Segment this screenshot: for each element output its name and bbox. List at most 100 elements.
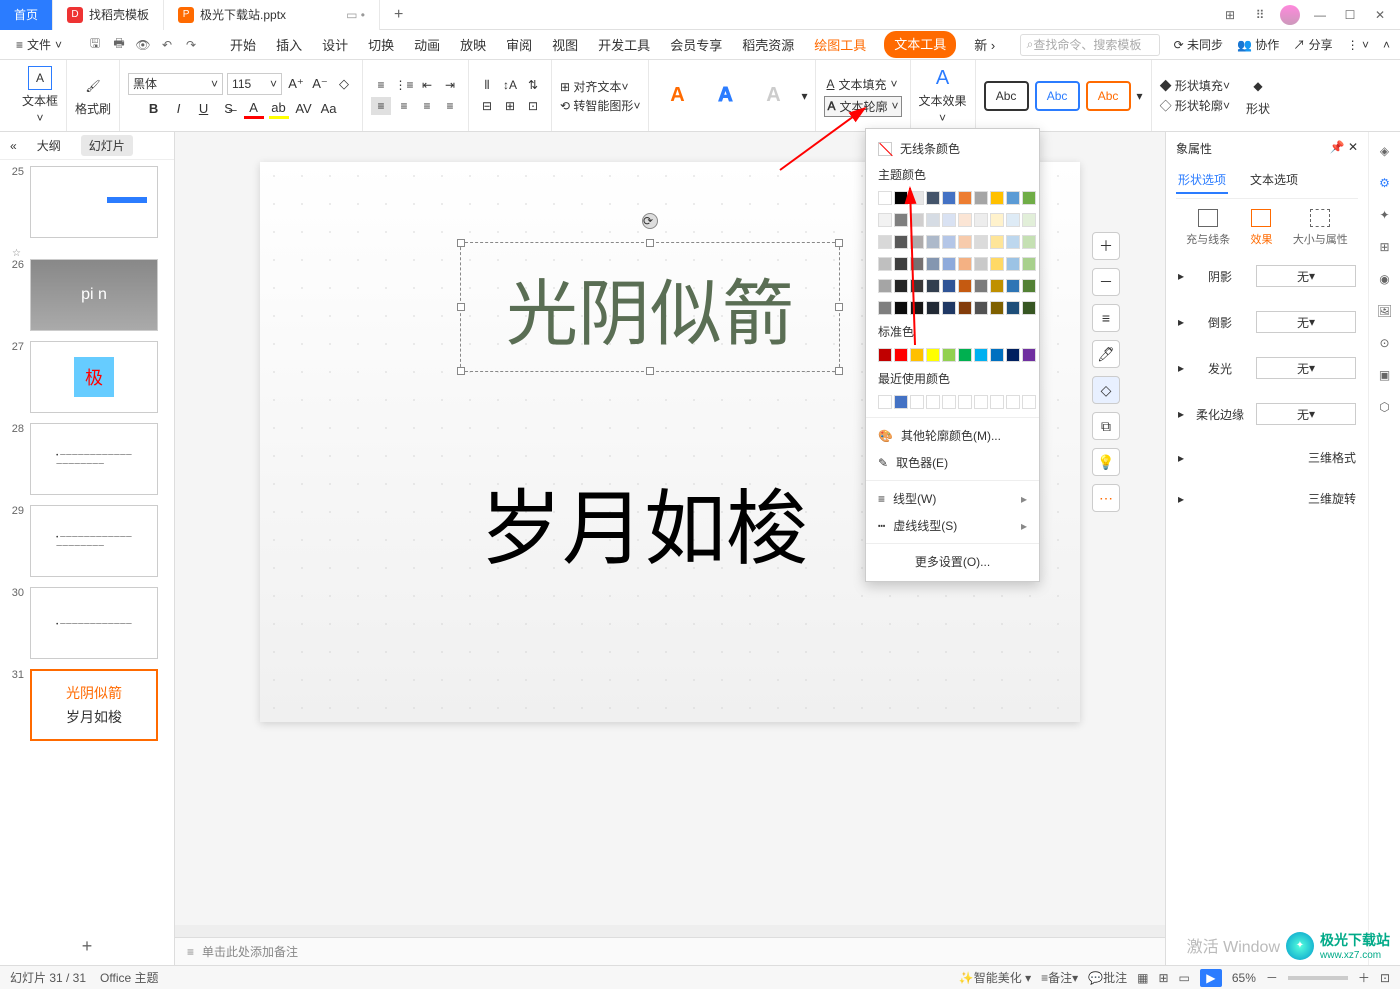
color-swatch[interactable] bbox=[942, 395, 956, 409]
color-swatch[interactable] bbox=[910, 301, 924, 315]
color-swatch[interactable] bbox=[974, 213, 988, 227]
save-icon[interactable]: 🖫 bbox=[86, 36, 104, 54]
eyedropper-item[interactable]: ✎取色器(E) bbox=[866, 449, 1039, 476]
bold-button[interactable]: B bbox=[144, 99, 164, 119]
theme-color-swatches[interactable] bbox=[866, 187, 1039, 209]
zoom-level[interactable]: 65% bbox=[1232, 971, 1256, 985]
slide-thumb[interactable]: 29 • 一一一一一一一一一一一一一一一一一一一一 bbox=[6, 505, 168, 577]
outline-tab[interactable]: 大纲 bbox=[29, 135, 69, 156]
align-left-icon[interactable]: ≡ bbox=[371, 97, 391, 115]
font-size-select[interactable]: 115˅ bbox=[227, 73, 282, 95]
slides-tab[interactable]: 幻灯片 bbox=[81, 135, 133, 156]
preview-icon[interactable]: 👁 bbox=[134, 36, 152, 54]
color-swatch[interactable] bbox=[990, 301, 1004, 315]
pin-icon[interactable]: 📌 bbox=[1330, 140, 1345, 154]
increase-font-icon[interactable]: A⁺ bbox=[286, 74, 306, 94]
brush-icon[interactable]: 🖊 bbox=[1092, 340, 1120, 368]
color-swatch[interactable] bbox=[878, 348, 892, 362]
color-swatch[interactable] bbox=[990, 213, 1004, 227]
color-swatch[interactable] bbox=[974, 191, 988, 205]
canvas-text-2[interactable]: 岁月如梭 bbox=[480, 462, 808, 581]
slide-thumb[interactable]: 31 光阴似箭 岁月如梭 bbox=[6, 669, 168, 741]
close-button[interactable]: ✕ bbox=[1370, 5, 1390, 25]
color-swatch[interactable] bbox=[942, 348, 956, 362]
color-swatch[interactable] bbox=[926, 301, 940, 315]
color-swatch[interactable] bbox=[1022, 235, 1036, 249]
color-swatch[interactable] bbox=[878, 235, 892, 249]
share-button[interactable]: ↗ 分享 bbox=[1293, 36, 1332, 53]
numbering-icon[interactable]: ⋮≡ bbox=[394, 76, 414, 94]
zoom-out-icon[interactable]: － bbox=[1092, 268, 1120, 296]
color-swatch[interactable] bbox=[1006, 235, 1020, 249]
collapse-ribbon-icon[interactable]: ˄ bbox=[1383, 38, 1390, 52]
tab-transition[interactable]: 切换 bbox=[366, 31, 396, 58]
zoom-in-icon[interactable]: ＋ bbox=[1092, 232, 1120, 260]
notes-bar[interactable]: ≡单击此处添加备注 bbox=[175, 937, 1165, 965]
slide-thumb[interactable]: 30 • 一一一一一一一一一一一一 bbox=[6, 587, 168, 659]
highlight-button[interactable]: ab bbox=[269, 99, 289, 119]
undo-icon[interactable]: ↶ bbox=[158, 36, 176, 54]
color-swatch[interactable] bbox=[974, 395, 988, 409]
tab-menu-icon[interactable]: ▭ • bbox=[346, 8, 365, 22]
no-line-item[interactable]: 无线条颜色 bbox=[866, 135, 1039, 162]
wordart-gallery[interactable]: A A A ▾ bbox=[657, 81, 807, 111]
fill-line-subtab[interactable]: 充与线条 bbox=[1186, 209, 1230, 247]
strip-icon-4[interactable]: ⊞ bbox=[1376, 238, 1394, 256]
columns-icon[interactable]: ⫴ bbox=[477, 76, 497, 94]
color-swatch[interactable] bbox=[990, 191, 1004, 205]
color-swatch[interactable] bbox=[1022, 191, 1036, 205]
color-swatch[interactable] bbox=[942, 257, 956, 271]
color-swatch[interactable] bbox=[990, 395, 1004, 409]
format-brush-button[interactable]: 🖌格式刷 bbox=[75, 74, 111, 117]
color-swatch[interactable] bbox=[878, 213, 892, 227]
new-tab-button[interactable]: + bbox=[380, 6, 417, 24]
indent-icon[interactable]: ⊡ bbox=[523, 97, 543, 115]
more-settings-item[interactable]: 更多设置(O)... bbox=[866, 548, 1039, 575]
color-swatch[interactable] bbox=[894, 301, 908, 315]
color-swatch[interactable] bbox=[894, 348, 908, 362]
avatar[interactable] bbox=[1280, 5, 1300, 25]
color-swatch[interactable] bbox=[926, 191, 940, 205]
panel-collapse-icon[interactable]: « bbox=[10, 139, 17, 153]
file-menu[interactable]: ≡ 文件 ˅ bbox=[10, 34, 68, 55]
color-swatch[interactable] bbox=[894, 213, 908, 227]
color-swatch[interactable] bbox=[910, 395, 924, 409]
color-swatch[interactable] bbox=[910, 191, 924, 205]
color-swatch[interactable] bbox=[958, 395, 972, 409]
tab-home[interactable]: 首页 bbox=[0, 0, 53, 30]
color-swatch[interactable] bbox=[974, 257, 988, 271]
strip-settings-icon[interactable]: ⚙ bbox=[1376, 174, 1394, 192]
color-swatch[interactable] bbox=[958, 257, 972, 271]
rotate-handle[interactable]: ⟳ bbox=[642, 213, 658, 229]
color-swatch[interactable] bbox=[894, 279, 908, 293]
color-swatch[interactable] bbox=[974, 279, 988, 293]
tab-drawing-tools[interactable]: 绘图工具 bbox=[812, 31, 868, 58]
color-swatch[interactable] bbox=[1022, 279, 1036, 293]
print-icon[interactable]: 🖶 bbox=[110, 36, 128, 54]
color-swatch[interactable] bbox=[894, 257, 908, 271]
color-swatch[interactable] bbox=[974, 235, 988, 249]
recent-color-swatches[interactable] bbox=[866, 391, 1039, 413]
italic-button[interactable]: I bbox=[169, 99, 189, 119]
color-swatch[interactable] bbox=[910, 235, 924, 249]
color-swatch[interactable] bbox=[910, 348, 924, 362]
tab-devtools[interactable]: 开发工具 bbox=[596, 31, 652, 58]
more-colors-item[interactable]: 🎨其他轮廓颜色(M)... bbox=[866, 422, 1039, 449]
search-input[interactable]: ⌕ 查找命令、搜索模板 bbox=[1020, 34, 1160, 56]
color-swatch[interactable] bbox=[1022, 213, 1036, 227]
textbox-button[interactable]: A文本框˅ bbox=[22, 66, 58, 125]
menu-dropdown-icon[interactable]: ⋮ ˅ bbox=[1347, 38, 1369, 52]
color-swatch[interactable] bbox=[1006, 191, 1020, 205]
tab-animation[interactable]: 动画 bbox=[412, 31, 442, 58]
font-name-select[interactable]: 黑体˅ bbox=[128, 73, 223, 95]
text-dir-icon[interactable]: ↕A bbox=[500, 76, 520, 94]
shape-style-gallery[interactable]: Abc Abc Abc ▾ bbox=[984, 81, 1143, 111]
color-swatch[interactable] bbox=[990, 279, 1004, 293]
tab-slideshow[interactable]: 放映 bbox=[458, 31, 488, 58]
align-text-button[interactable]: ⊞ 对齐文本˅ bbox=[560, 78, 640, 95]
size-subtab[interactable]: 大小与属性 bbox=[1293, 209, 1348, 247]
color-swatch[interactable] bbox=[878, 257, 892, 271]
color-swatch[interactable] bbox=[958, 213, 972, 227]
color-swatch[interactable] bbox=[926, 257, 940, 271]
text-options-tab[interactable]: 文本选项 bbox=[1248, 167, 1300, 194]
